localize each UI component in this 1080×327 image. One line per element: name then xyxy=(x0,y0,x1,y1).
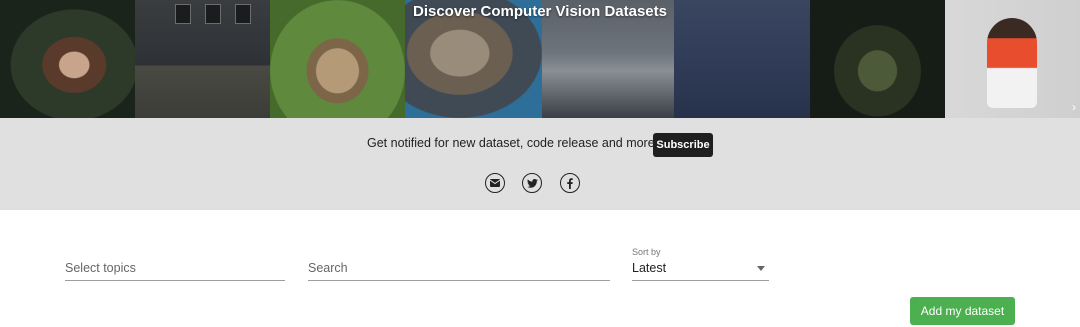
sort-select[interactable]: Latest xyxy=(632,252,769,281)
chevron-down-icon xyxy=(757,266,765,271)
hero-title: Discover Computer Vision Datasets xyxy=(413,3,667,20)
sort-value: Latest xyxy=(632,261,667,275)
notify-band: Get notified for new dataset, code relea… xyxy=(0,118,1080,210)
notify-text: Get notified for new dataset, code relea… xyxy=(367,136,655,150)
subscribe-button[interactable]: Subscribe xyxy=(653,133,713,157)
add-dataset-button[interactable]: Add my dataset xyxy=(910,297,1015,325)
search-placeholder: Search xyxy=(308,261,348,275)
thumbnail-figure xyxy=(987,18,1037,108)
search-input[interactable]: Search xyxy=(308,252,610,281)
hero-banner: Discover Computer Vision Datasets › xyxy=(0,0,1080,118)
topics-select[interactable]: Select topics xyxy=(65,252,285,281)
twitter-icon[interactable] xyxy=(522,173,542,193)
facebook-icon[interactable] xyxy=(560,173,580,193)
carousel-next-icon[interactable]: › xyxy=(1072,100,1076,114)
email-icon[interactable] xyxy=(485,173,505,193)
topics-placeholder: Select topics xyxy=(65,261,136,275)
